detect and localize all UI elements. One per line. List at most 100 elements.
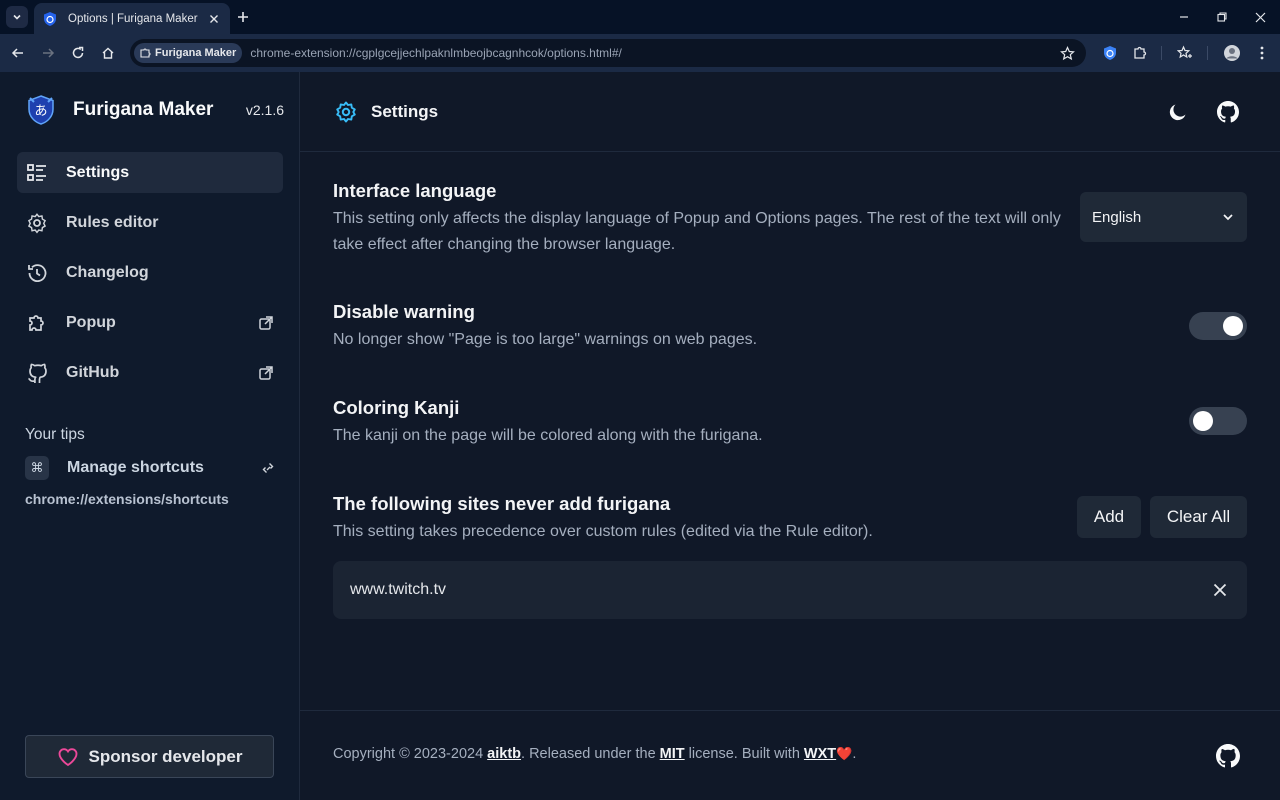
external-link-icon [259,315,273,330]
manage-shortcuts-label: Manage shortcuts [67,459,204,476]
disable-warning-toggle[interactable] [1189,312,1247,340]
language-select[interactable]: English [1080,192,1247,242]
setting-interface-language: Interface language This setting only aff… [333,180,1247,253]
chevron-down-icon [1223,214,1233,221]
furigana-extension-icon[interactable] [1100,43,1120,63]
toolbar-divider [1161,46,1162,60]
footer-github-icon[interactable] [1216,744,1240,768]
sidebar-item-changelog[interactable]: Changelog [17,252,283,293]
reading-list-icon[interactable] [1175,43,1195,63]
shortcuts-url: chrome://extensions/shortcuts [25,491,229,507]
gear-icon [25,211,49,235]
heart-icon [58,747,77,766]
address-bar[interactable]: Furigana Maker chrome-extension://cgplgc… [130,39,1086,67]
settings-gear-icon [336,101,356,123]
url-text[interactable]: chrome-extension://cgplgcejjechlpaknlmbe… [250,46,1058,60]
sidebar-item-label: Popup [66,313,116,331]
site-chip[interactable]: Furigana Maker [134,43,243,63]
new-tab-button[interactable] [234,8,252,26]
furigana-logo-icon: あ [28,95,54,125]
browser-tab[interactable]: Options | Furigana Maker [34,3,230,34]
minimize-icon [1180,16,1188,18]
back-button[interactable] [8,43,28,63]
page-title: Settings [371,102,439,121]
manage-shortcuts-tip[interactable]: ⌘ Manage shortcuts [25,455,275,481]
arrow-left-icon [11,48,23,58]
bookmark-star-icon[interactable] [1058,44,1076,62]
setting-description: This setting only affects the display la… [333,210,1061,253]
header-github-link[interactable] [1216,100,1240,124]
tips-title: Your tips [25,426,85,443]
remove-site-close-icon[interactable] [1210,580,1230,600]
coloring-kanji-toggle[interactable] [1189,407,1247,435]
sidebar-item-rules-editor[interactable]: Rules editor [17,202,283,243]
home-button[interactable] [98,43,118,63]
dark-mode-toggle[interactable] [1166,100,1190,124]
footer-text: Copyright © 2023-2024 aiktb. Released un… [333,746,856,762]
reload-button[interactable] [68,43,88,63]
svg-text:あ: あ [34,104,47,119]
site-chip-label: Furigana Maker [155,47,237,59]
puzzle-icon [25,311,49,335]
brand: あ Furigana Maker v2.1.6 [24,92,284,128]
language-selected-value: English [1092,208,1142,226]
sidebar-item-github[interactable]: GitHub [17,352,283,393]
link-icon[interactable] [261,461,275,475]
sponsor-developer-button[interactable]: Sponsor developer [25,735,274,778]
home-icon [102,47,114,59]
extension-icon [140,48,151,58]
license-link[interactable]: MIT [660,746,685,762]
plus-icon [238,12,248,22]
forward-button[interactable] [38,43,58,63]
blocked-site-url: www.twitch.tv [350,581,447,598]
setting-title: Disable warning [333,301,475,322]
sidebar-item-label: GitHub [66,363,120,381]
moon-icon [1169,104,1186,121]
minimize-button[interactable] [1175,8,1193,26]
sidebar: あ Furigana Maker v2.1.6 Settings Rules e… [0,72,300,800]
browser-menu-icon[interactable] [1252,43,1272,63]
close-icon [1255,12,1265,22]
history-icon [25,261,49,285]
tab-close-icon[interactable] [206,11,222,27]
toggle-knob [1223,316,1243,336]
external-link-icon [259,365,273,380]
github-icon [1217,101,1239,123]
blocked-site-item: www.twitch.tv [333,561,1247,619]
browser-tabstrip: Options | Furigana Maker [0,0,1280,34]
page-header: Settings [300,72,1280,152]
github-icon [25,361,49,385]
tab-search-button[interactable] [6,6,28,28]
sidebar-item-settings[interactable]: Settings [17,152,283,193]
main-content: Settings Interface language This setting… [300,72,1280,800]
setting-blocked-sites: The following sites never add furigana T… [333,493,1247,543]
setting-description: The kanji on the page will be colored al… [333,427,763,444]
add-site-button[interactable]: Add [1077,496,1141,538]
toolbar-divider [1207,46,1208,60]
window-close-button[interactable] [1251,8,1269,26]
app-version: v2.1.6 [245,102,284,118]
extensions-puzzle-icon[interactable] [1130,43,1150,63]
clear-all-button[interactable]: Clear All [1150,496,1247,538]
app-name: Furigana Maker [73,99,214,120]
footer: Copyright © 2023-2024 aiktb. Released un… [300,710,1280,800]
reload-icon [72,46,84,59]
furigana-favicon-icon [44,11,56,26]
author-link[interactable]: aiktb [487,746,521,762]
sidebar-item-label: Rules editor [66,213,159,231]
setting-description: This setting takes precedence over custo… [333,523,873,540]
wxt-link[interactable]: WXT [804,746,836,762]
sponsor-label: Sponsor developer [88,746,243,766]
sidebar-item-label: Changelog [66,263,149,281]
restore-button[interactable] [1213,8,1231,26]
restore-icon [1217,12,1227,22]
built-with-text: license. Built with [688,746,800,762]
tab-title: Options | Furigana Maker [68,12,198,25]
profile-avatar-icon[interactable] [1222,43,1242,63]
setting-disable-warning: Disable warning No longer show "Page is … [333,301,1247,351]
toggle-knob [1193,411,1213,431]
setting-title: Coloring Kanji [333,397,460,418]
sidebar-item-popup[interactable]: Popup [17,302,283,343]
chevron-down-icon [13,14,21,20]
footer-period: . [852,746,857,762]
